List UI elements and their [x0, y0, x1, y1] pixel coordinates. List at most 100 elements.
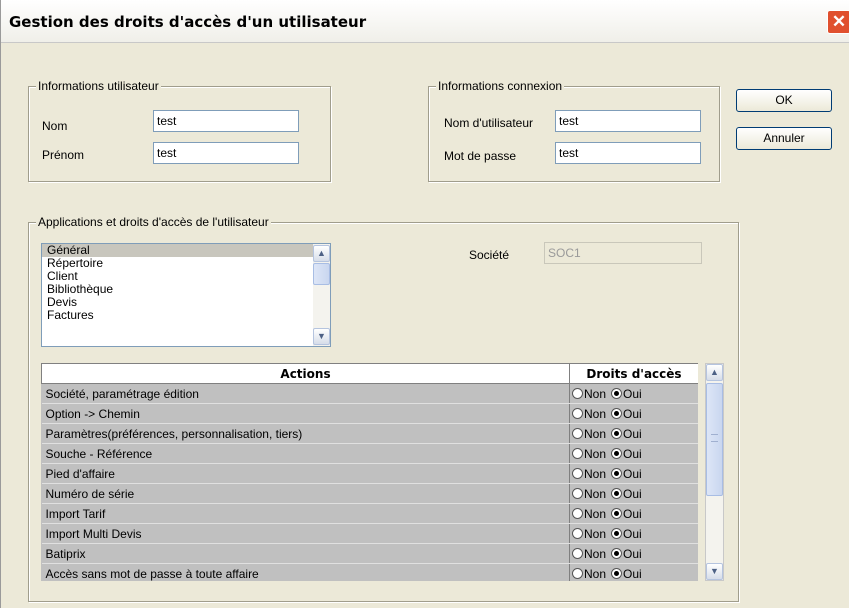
table-row[interactable]: Import Multi Devis Non Oui	[41, 523, 698, 544]
rights-cell: Non Oui	[569, 403, 698, 424]
table-row[interactable]: Paramètres(préférences, personnalisation…	[41, 423, 698, 444]
user-info-group: Informations utilisateur	[28, 79, 331, 182]
non-radio[interactable]	[572, 567, 583, 579]
password-field[interactable]: test	[555, 142, 701, 164]
rights-grid[interactable]: Actions Droits d'accès Société, paramétr…	[41, 363, 698, 581]
window-title: Gestion des droits d'accès d'un utilisat…	[9, 13, 367, 31]
oui-radio[interactable]	[611, 407, 623, 419]
non-radio[interactable]	[572, 487, 583, 499]
non-radio[interactable]	[572, 547, 583, 559]
oui-label: Oui	[623, 486, 642, 501]
non-radio[interactable]	[572, 387, 583, 399]
action-cell: Pied d'affaire	[41, 463, 570, 484]
non-radio[interactable]	[572, 507, 583, 519]
oui-label: Oui	[623, 506, 642, 521]
table-row[interactable]: Batiprix Non Oui	[41, 543, 698, 564]
username-field[interactable]: test	[555, 110, 701, 132]
rights-cell: Non Oui	[569, 423, 698, 444]
list-item[interactable]: Factures	[42, 309, 330, 322]
oui-label: Oui	[623, 446, 642, 461]
scroll-down-arrow-icon[interactable]: ▼	[313, 328, 330, 345]
action-cell: Import Tarif	[41, 503, 570, 524]
prenom-label: Prénom	[42, 148, 85, 162]
oui-label: Oui	[623, 566, 642, 581]
action-cell: Accès sans mot de passe à toute affaire	[41, 563, 570, 581]
rights-column-header[interactable]: Droits d'accès	[569, 363, 698, 384]
table-row[interactable]: Accès sans mot de passe à toute affaire N…	[41, 563, 698, 581]
table-row[interactable]: Numéro de série Non Oui	[41, 483, 698, 504]
user-info-legend: Informations utilisateur	[36, 79, 161, 93]
scroll-thumb[interactable]	[313, 263, 330, 285]
non-label: Non	[584, 426, 607, 441]
scroll-down-arrow-icon[interactable]: ▼	[706, 563, 723, 580]
non-label: Non	[584, 506, 607, 521]
table-row[interactable]: Import Tarif Non Oui	[41, 503, 698, 524]
oui-radio[interactable]	[611, 507, 623, 519]
societe-field: SOC1	[544, 242, 702, 264]
oui-radio[interactable]	[611, 447, 623, 459]
oui-label: Oui	[623, 526, 642, 541]
non-radio[interactable]	[572, 467, 583, 479]
list-item[interactable]: Bibliothèque	[42, 283, 330, 296]
non-radio[interactable]	[572, 527, 583, 539]
list-item[interactable]: Répertoire	[42, 257, 330, 270]
non-label: Non	[584, 566, 607, 581]
non-label: Non	[584, 446, 607, 461]
oui-radio[interactable]	[611, 387, 623, 399]
oui-radio[interactable]	[611, 527, 623, 539]
action-cell: Souche - Référence	[41, 443, 570, 464]
action-cell: Batiprix	[41, 543, 570, 564]
ok-button[interactable]: OK	[736, 89, 832, 112]
scroll-grip-icon	[711, 434, 718, 442]
dialog-window: Gestion des droits d'accès d'un utilisat…	[0, 0, 849, 608]
oui-label: Oui	[623, 426, 642, 441]
non-radio[interactable]	[572, 427, 583, 439]
connexion-info-group: Informations connexion	[428, 79, 720, 182]
table-row[interactable]: Souche - Référence Non Oui	[41, 443, 698, 464]
prenom-field[interactable]: test	[153, 142, 299, 164]
rights-cell: Non Oui	[569, 443, 698, 464]
actions-column-header[interactable]: Actions	[41, 363, 570, 384]
scroll-up-arrow-icon[interactable]: ▲	[313, 245, 330, 262]
rights-cell: Non Oui	[569, 563, 698, 581]
listbox-scrollbar[interactable]: ▲ ▼	[313, 244, 330, 346]
password-label: Mot de passe	[444, 149, 517, 163]
non-label: Non	[584, 386, 607, 401]
oui-label: Oui	[623, 406, 642, 421]
non-label: Non	[584, 406, 607, 421]
action-cell: Numéro de série	[41, 483, 570, 504]
annuler-button[interactable]: Annuler	[736, 127, 832, 150]
username-label: Nom d'utilisateur	[444, 116, 533, 130]
apps-legend: Applications et droits d'accès de l'util…	[36, 215, 271, 229]
applications-listbox[interactable]: Général Répertoire Client Bibliothèque D…	[41, 243, 331, 347]
non-label: Non	[584, 486, 607, 501]
connexion-info-legend: Informations connexion	[436, 79, 565, 93]
rights-cell: Non Oui	[569, 463, 698, 484]
non-radio[interactable]	[572, 407, 583, 419]
rights-cell: Non Oui	[569, 383, 698, 404]
grid-scrollbar[interactable]: ▲ ▼	[705, 363, 724, 581]
oui-label: Oui	[623, 546, 642, 561]
title-bar[interactable]: Gestion des droits d'accès d'un utilisat…	[1, 0, 849, 43]
action-cell: Paramètres(préférences, personnalisation…	[41, 423, 570, 444]
table-row[interactable]: Société, paramétrage édition Non Oui	[41, 383, 698, 404]
action-cell: Société, paramétrage édition	[41, 383, 570, 404]
societe-label: Société	[469, 248, 510, 262]
close-button[interactable]: ✕	[827, 10, 849, 34]
table-row[interactable]: Pied d'affaire Non Oui	[41, 463, 698, 484]
oui-radio[interactable]	[611, 467, 623, 479]
oui-radio[interactable]	[611, 567, 623, 579]
non-label: Non	[584, 526, 607, 541]
rights-cell: Non Oui	[569, 483, 698, 504]
scroll-up-arrow-icon[interactable]: ▲	[706, 364, 723, 381]
non-label: Non	[584, 466, 607, 481]
table-row[interactable]: Option -> Chemin Non Oui	[41, 403, 698, 424]
oui-label: Oui	[623, 466, 642, 481]
nom-field[interactable]: test	[153, 110, 299, 132]
oui-radio[interactable]	[611, 427, 623, 439]
action-cell: Option -> Chemin	[41, 403, 570, 424]
oui-radio[interactable]	[611, 547, 623, 559]
oui-radio[interactable]	[611, 487, 623, 499]
close-icon: ✕	[831, 12, 847, 31]
non-radio[interactable]	[572, 447, 583, 459]
